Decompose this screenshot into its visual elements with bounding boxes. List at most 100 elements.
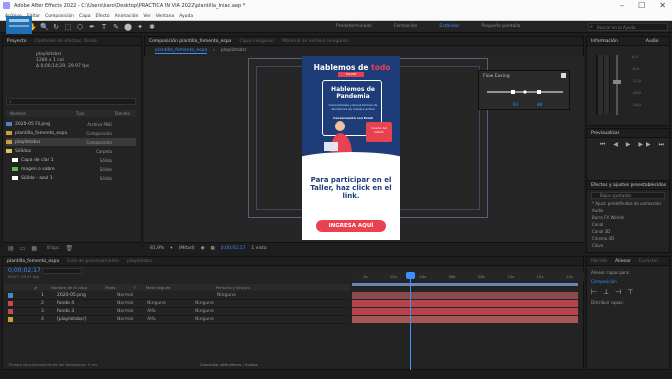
close-button[interactable]: ✕ <box>659 1 666 10</box>
menu-capa[interactable]: Capa <box>79 14 91 19</box>
project-item[interactable]: Capa de clar 1 Sólido <box>6 156 136 164</box>
tab-layer[interactable]: Capa (ninguno) <box>239 39 274 44</box>
view-layout-select[interactable]: 1 vista <box>251 246 266 251</box>
shape-tool-icon[interactable]: ⬡ <box>76 23 84 31</box>
maximize-button[interactable]: ☐ <box>638 1 645 10</box>
layer-track-matte[interactable]: Ninguno <box>147 301 169 306</box>
project-item[interactable]: magen o sobre Sólido <box>6 165 136 173</box>
grid-icon[interactable]: ▦ <box>211 246 215 251</box>
timeline-layer-row[interactable]: 3 fondo 3 Normal Alfa Ninguno <box>4 308 350 316</box>
layer-name[interactable]: fondo 3 <box>57 309 97 314</box>
tab-character[interactable]: Carácter <box>639 259 658 264</box>
pen-tool-icon[interactable]: ✒ <box>88 23 96 31</box>
playback-controls[interactable]: ⏮ ◀ ▶ ▶▶ ⏭ <box>600 141 667 149</box>
tab-composition[interactable]: Composición plantilla_fomento_espa <box>149 39 231 44</box>
project-item[interactable]: Sólido - azul 1 Sólido <box>6 174 136 182</box>
layer-name[interactable]: [playlistsbsr] <box>57 317 97 322</box>
effects-category[interactable]: Clave <box>592 243 603 248</box>
zoom-level[interactable]: 81,9% <box>150 246 164 251</box>
tab-timeline-main[interactable]: plantilla_fomento_espa <box>7 259 59 264</box>
workspace-learn[interactable]: Formación <box>394 24 417 29</box>
layer-parent[interactable]: Ninguno <box>195 301 214 306</box>
new-composition-icon[interactable]: ▦ <box>31 245 37 252</box>
trash-icon[interactable]: 🗑 <box>66 245 74 252</box>
layer-duration-bar[interactable] <box>352 292 578 299</box>
zoom-tool-icon[interactable]: 🔍 <box>40 23 49 31</box>
menu-ayuda[interactable]: Ayuda <box>179 14 193 19</box>
layer-mode[interactable]: Normal <box>117 309 139 314</box>
close-icon[interactable] <box>561 73 566 78</box>
layer-duration-bar[interactable] <box>352 308 578 315</box>
tab-render-queue[interactable]: Cola de procesamiento <box>67 259 119 264</box>
playhead-handle[interactable] <box>406 272 415 279</box>
timeline-search-input[interactable] <box>42 268 82 274</box>
layer-track-matte[interactable]: Alfa <box>147 317 169 322</box>
align-center-icon[interactable]: ⊥ <box>603 288 609 296</box>
layer-mode[interactable]: Normal <box>117 301 139 306</box>
rotate-tool-icon[interactable]: ↻ <box>52 23 60 31</box>
artwork-canvas[interactable]: Hablemos de todo TALLER Hablemos de Pand… <box>302 56 400 240</box>
tab-align[interactable]: Alinear <box>615 259 631 264</box>
camera-icon[interactable]: ◉ <box>201 246 205 251</box>
tab-effect-controls[interactable]: Controles de efectos: fondo <box>35 39 97 44</box>
eraser-tool-icon[interactable]: ✦ <box>136 23 144 31</box>
tab-audio[interactable]: Audio <box>646 39 659 44</box>
layer-parent[interactable]: Ninguno <box>217 293 236 298</box>
align-left-icon[interactable]: ⊢ <box>591 288 597 296</box>
tab-project[interactable]: Proyecto <box>7 39 27 44</box>
tab-footage[interactable]: Material de archivo (ninguno) <box>282 39 348 44</box>
menu-ver[interactable]: Ver <box>143 14 150 19</box>
new-folder-icon[interactable]: ▭ <box>20 245 26 252</box>
breadcrumb-main[interactable]: plantilla_fomento_espa <box>155 48 208 54</box>
puppet-tool-icon[interactable]: ✱ <box>148 23 156 31</box>
easing-value-1[interactable]: 93 <box>513 102 518 107</box>
tab-effects-presets[interactable]: Efectos y ajustes preestablecidos <box>591 183 666 188</box>
layer-mode[interactable]: Normal <box>117 293 139 298</box>
tab-timeline-sub[interactable]: playlistsbsr <box>127 259 153 264</box>
effects-category[interactable]: Canal <box>592 222 603 227</box>
timeline-layer-row[interactable]: 1 2020-05.png Normal Ninguno <box>4 292 350 300</box>
align-right-icon[interactable]: ⊣ <box>615 288 621 296</box>
tab-paragraph[interactable]: Párrafo <box>591 259 607 264</box>
align-target-select[interactable]: Composición <box>591 279 665 284</box>
breadcrumb-sub[interactable]: playlistsbsr <box>221 48 247 53</box>
bit-depth[interactable]: 8 bpc <box>47 246 59 251</box>
project-item-selected[interactable]: playlistsbsr Composición <box>6 138 136 146</box>
layer-track-matte[interactable]: Alfa <box>147 309 169 314</box>
layer-parent[interactable]: Ninguno <box>195 309 214 314</box>
timeline-current-time[interactable]: 0;00;02;17 <box>8 267 41 274</box>
interpret-footage-icon[interactable]: ▤ <box>8 245 14 252</box>
timeline-layer-row[interactable]: 2 fondo 4 Normal Ninguno Ninguno <box>4 300 350 308</box>
align-top-icon[interactable]: ⊤ <box>627 288 633 296</box>
col-name[interactable]: Nombre <box>10 111 26 116</box>
brush-tool-icon[interactable]: ✎ <box>112 23 120 31</box>
layer-name[interactable]: 2020-05.png <box>57 293 97 298</box>
playhead-line[interactable] <box>410 272 411 370</box>
rectangle-tool-icon[interactable]: ⬚ <box>64 23 72 31</box>
col-layer-name[interactable]: Nombre de la capa <box>51 285 87 290</box>
tab-preview[interactable]: Previsualizar <box>591 131 620 136</box>
work-area-bar[interactable] <box>352 283 578 286</box>
effects-category[interactable]: Cinema 4D <box>592 236 614 241</box>
effects-category[interactable]: Canal 3D <box>592 229 610 234</box>
menu-composicion[interactable]: Composición <box>45 14 74 19</box>
toggle-switches-modes[interactable]: Conmutar definidores / modos <box>200 362 258 367</box>
menu-ventana[interactable]: Ventana <box>156 14 174 19</box>
layer-parent[interactable]: Ninguno <box>195 317 214 322</box>
effects-category[interactable]: Barra FX Worlds <box>592 215 624 220</box>
effects-category[interactable]: * Ajust. predefinidos de animación <box>592 201 661 206</box>
stamp-tool-icon[interactable]: ⬤ <box>124 23 132 31</box>
easing-curve[interactable] <box>487 83 563 101</box>
workspace-standard[interactable]: Estándar <box>439 24 459 29</box>
audio-slider[interactable] <box>616 55 618 115</box>
text-tool-icon[interactable]: T <box>100 23 108 31</box>
layer-duration-bar[interactable] <box>352 316 578 323</box>
project-item[interactable]: 2020-05 Fil.png Archivo PNG <box>6 120 136 128</box>
effects-category[interactable]: Audio <box>592 208 603 213</box>
audio-slider-handle[interactable] <box>613 80 621 84</box>
layer-name[interactable]: fondo 4 <box>57 301 97 306</box>
resolution-select[interactable]: (Mitad) <box>179 246 195 251</box>
current-time[interactable]: 0;00;02;17 <box>221 246 246 251</box>
easing-value-2[interactable]: 48 <box>537 102 542 107</box>
col-type[interactable]: Tipo <box>76 111 84 116</box>
